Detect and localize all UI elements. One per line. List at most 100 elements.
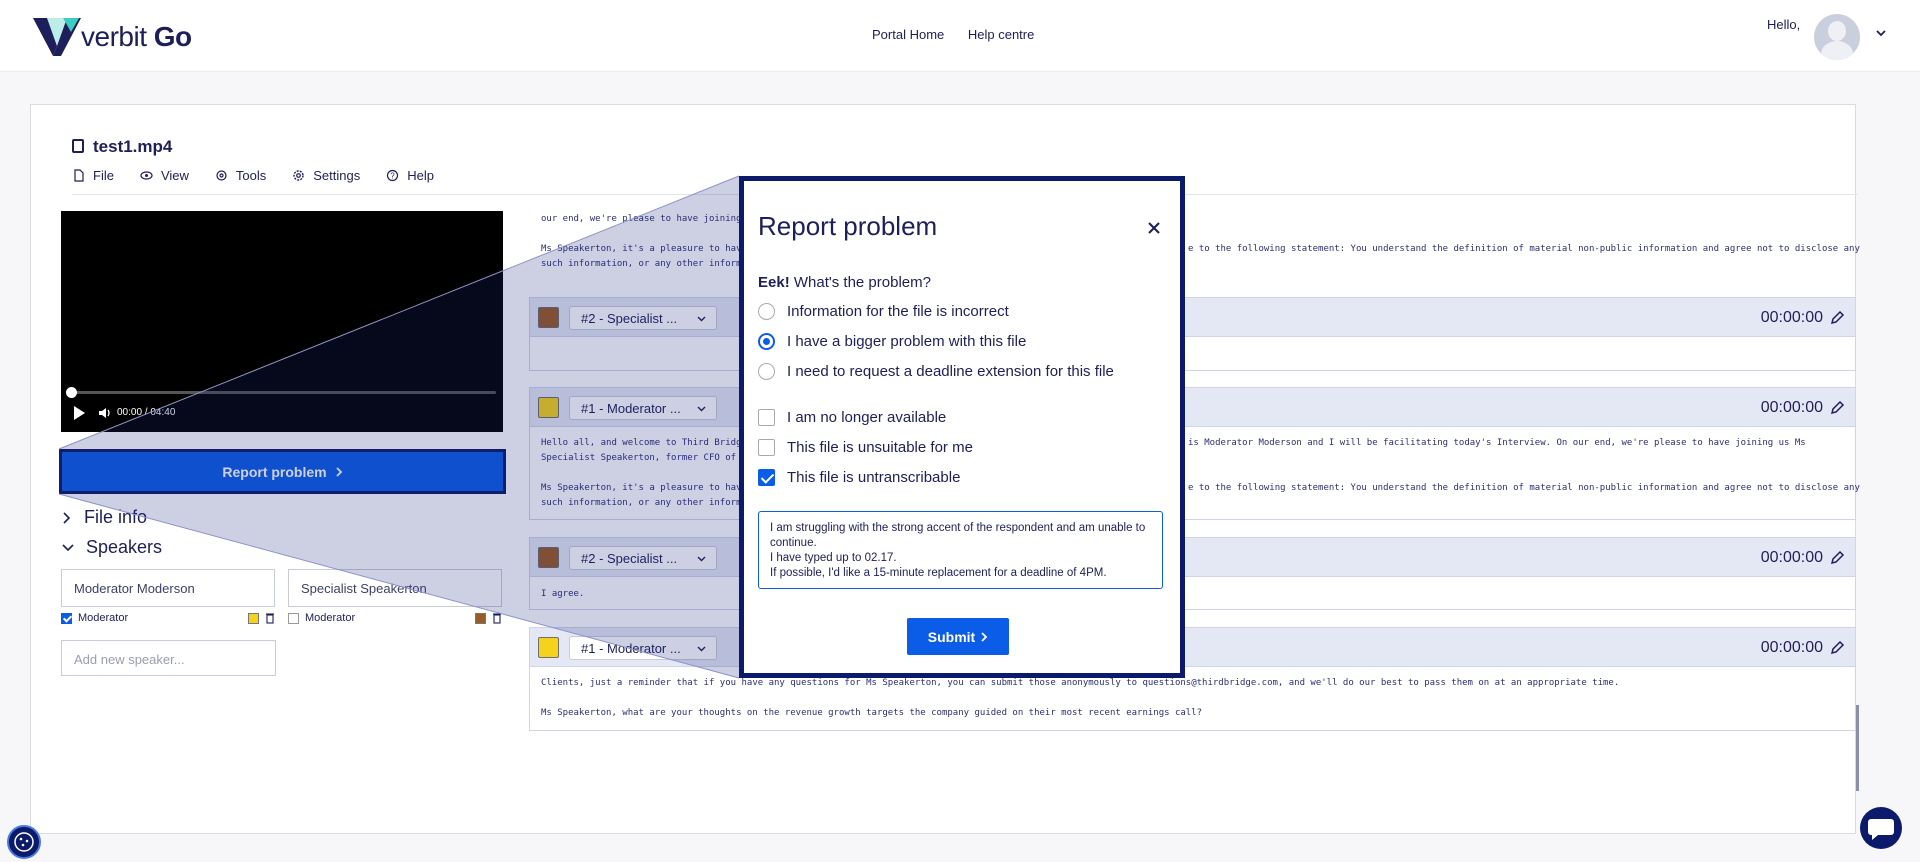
menu-view[interactable]: View [140,168,189,183]
problem-description-textarea[interactable]: I am struggling with the strong accent o… [758,511,1163,589]
segment-body[interactable] [529,337,1856,371]
speakers-label: Speakers [86,537,163,557]
pencil-icon[interactable] [1830,640,1845,655]
transcript-line: our end, we're please to have joining [541,214,742,224]
checkbox-empty-icon[interactable] [758,439,775,456]
transcript-line: Ms Speakerton, it's a pleasure to hav [541,483,742,493]
trash-icon[interactable] [265,612,275,624]
segment-text-right: is Moderator Moderson and I will be faci… [1188,436,1860,496]
file-title: test1.mp4 [72,137,172,157]
question-emphasis: Eek! [758,274,790,291]
menu-bar: File View Tools Settings ? Help [72,168,434,183]
avatar[interactable] [1814,14,1860,60]
menu-file[interactable]: File [72,168,114,183]
cookie-settings-button[interactable] [7,825,41,859]
segment-text: I agree. [541,589,585,599]
radio-option-incorrect-info[interactable]: Information for the file is incorrect [758,303,1009,320]
menu-settings-label: Settings [313,168,361,183]
radio-option-bigger-problem[interactable]: I have a bigger problem with this file [758,333,1026,350]
speaker-color-swatch[interactable] [538,547,559,568]
menu-view-label: View [160,168,189,183]
menu-tools-label: Tools [235,168,267,183]
video-player[interactable]: 00:00 / 04:40 [61,211,503,432]
video-seek-bar[interactable] [71,391,496,394]
segment-header: #1 - Moderator ... 00:00:00 [529,627,1856,667]
segment-time[interactable]: 00:00:00 [1761,639,1823,657]
pencil-icon[interactable] [1830,400,1845,415]
speaker-select[interactable]: #2 - Specialist ... [569,306,717,330]
volume-icon[interactable] [98,406,112,420]
chevron-down-icon [697,646,706,652]
speaker-color-swatch[interactable] [475,613,486,624]
verbit-logo[interactable]: verbit Go [33,16,193,58]
play-icon[interactable] [74,406,85,420]
radio-empty-icon[interactable] [758,303,775,320]
speakers-toggle[interactable]: Speakers [62,537,162,558]
question-text: What's the problem? [789,274,931,291]
checkbox-empty-icon[interactable] [288,612,299,624]
transcript-line: Specialist Speakerton, former CFO of [541,453,742,463]
speaker-select[interactable]: #1 - Moderator ... [569,396,717,420]
nav-portal-home[interactable]: Portal Home [872,27,944,42]
help-icon: ? [387,169,399,182]
menu-tools[interactable]: Tools [215,168,266,183]
gear-icon [293,170,304,181]
file-name: test1.mp4 [93,137,173,156]
nav-help-centre[interactable]: Help centre [968,27,1034,42]
pencil-icon[interactable] [1830,310,1845,325]
radio-selected-icon[interactable] [758,333,775,350]
checkbox-checked-icon[interactable] [61,612,72,624]
speaker-select-value: #2 - Specialist ... [581,311,678,326]
segment-time[interactable]: 00:00:00 [1761,399,1823,417]
transcript-line: is Moderator Moderson and I will be faci… [1188,438,1806,448]
transcript-top-text[interactable]: our end, we're please to have joining Ms… [541,212,741,272]
transcript-line: such information, or any other inform [541,498,742,508]
speaker-color-swatch[interactable] [538,637,559,658]
radio-empty-icon[interactable] [758,363,775,380]
checkbox-label: I am no longer available [787,409,947,426]
segment-time[interactable]: 00:00:00 [1761,549,1823,567]
checkbox-empty-icon[interactable] [758,409,775,426]
moderator-label: Moderator [78,612,129,624]
moderator-checkbox[interactable]: Moderator [288,612,355,624]
transcript-scrollbar[interactable] [1856,705,1859,791]
transcript-line: e to the following statement: You unders… [1188,483,1860,493]
menu-help[interactable]: ? Help [386,168,434,183]
speaker-select[interactable]: #1 - Moderator ... [569,636,717,660]
trash-icon[interactable] [492,612,502,624]
segment-time[interactable]: 00:00:00 [1761,309,1823,327]
top-nav: Portal Home Help centre [872,27,1054,42]
radio-option-deadline-extension[interactable]: I need to request a deadline extension f… [758,363,1114,380]
checkbox-checked-icon[interactable] [758,469,775,486]
speaker-select[interactable]: #2 - Specialist ... [569,546,717,570]
segment-body[interactable] [529,577,1856,610]
checkbox-no-longer-available[interactable]: I am no longer available [758,409,946,426]
pencil-icon[interactable] [1830,550,1845,565]
speaker-name-field[interactable]: Specialist Speakerton [288,569,502,607]
file-info-toggle[interactable]: File info [62,507,147,528]
chat-widget-button[interactable] [1860,807,1902,849]
moderator-checkbox[interactable]: Moderator [61,612,128,624]
transcript-line: Ms Speakerton, it's a pleasure to hav [541,244,742,254]
add-speaker-input[interactable]: Add new speaker... [61,640,276,676]
menu-settings[interactable]: Settings [292,168,360,183]
menu-file-label: File [93,168,114,183]
speaker-color-swatch[interactable] [538,307,559,328]
speaker-select-value: #2 - Specialist ... [581,551,678,566]
checkbox-untranscribable[interactable]: This file is untranscribable [758,469,960,486]
report-problem-button[interactable]: Report problem [59,449,506,494]
report-problem-label: Report problem [222,463,327,480]
svg-text:?: ? [391,172,396,181]
speaker-color-swatch[interactable] [538,397,559,418]
seek-handle[interactable] [66,387,77,398]
submit-button[interactable]: Submit [907,618,1009,655]
speaker-name-field[interactable]: Moderator Moderson [61,569,275,607]
cookie-icon [14,832,34,852]
transcript-line: Hello all, and welcome to Third Bridge [541,438,747,448]
speaker-color-swatch[interactable] [248,613,259,624]
logo-text-light: verbit [81,21,147,52]
checkbox-unsuitable[interactable]: This file is unsuitable for me [758,439,973,456]
chevron-down-icon [697,316,706,322]
chevron-down-icon[interactable] [1874,26,1888,40]
close-icon[interactable] [1146,220,1162,236]
